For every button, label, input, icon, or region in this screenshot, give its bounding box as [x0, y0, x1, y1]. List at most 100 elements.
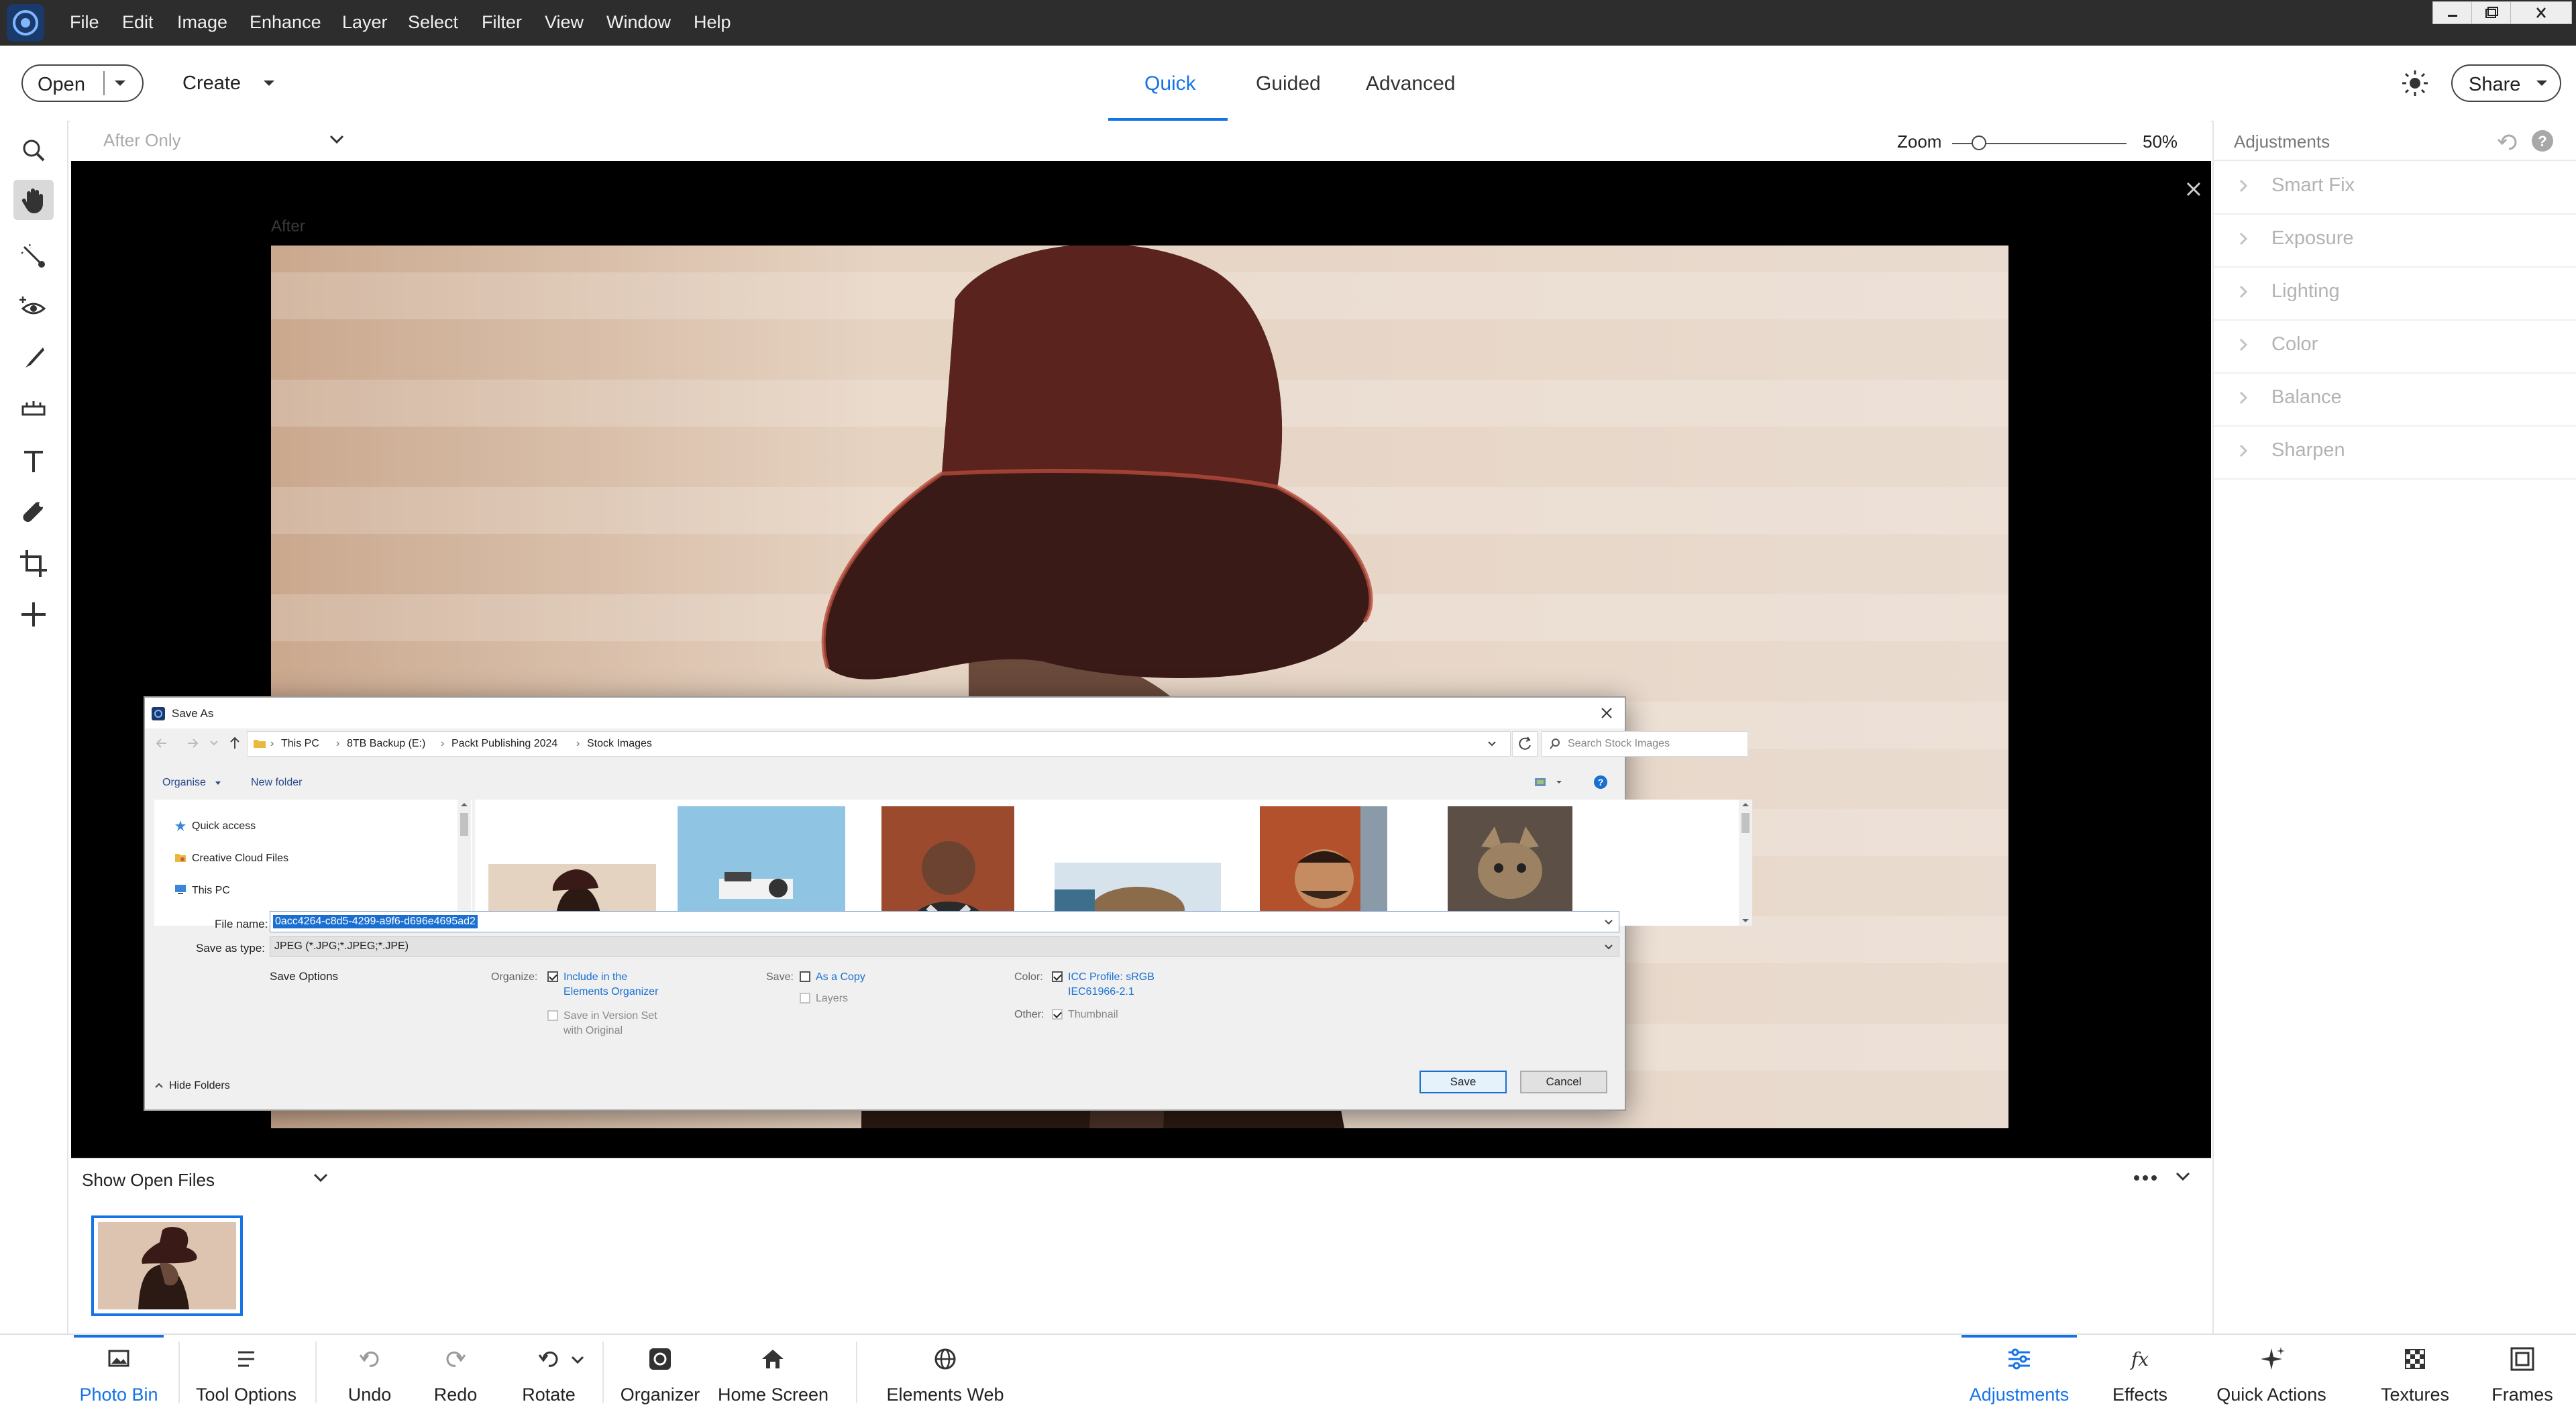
theme-sun-icon[interactable] — [2400, 68, 2430, 98]
adjustment-color[interactable]: Color — [2214, 320, 2576, 374]
quick-selection-tool-icon[interactable] — [13, 236, 54, 276]
layers-checkbox[interactable] — [800, 993, 810, 1004]
close-icon[interactable] — [1599, 706, 1614, 720]
menu-file[interactable]: File — [70, 12, 99, 33]
crop-tool-icon[interactable] — [13, 543, 54, 584]
chevron-down-icon[interactable] — [262, 78, 276, 89]
restore-button[interactable] — [2471, 1, 2512, 24]
adjustment-lighting[interactable]: Lighting — [2214, 267, 2576, 321]
frames-button[interactable]: Frames — [2482, 1335, 2563, 1410]
menu-edit[interactable]: Edit — [122, 12, 154, 33]
textures-button[interactable]: Textures — [2375, 1335, 2455, 1410]
zoom-tool-icon[interactable] — [13, 130, 54, 170]
breadcrumb-packt[interactable]: Packt Publishing 2024 — [451, 738, 557, 750]
adjustment-exposure[interactable]: Exposure — [2214, 214, 2576, 268]
spot-healing-tool-icon[interactable] — [13, 492, 54, 533]
help-icon[interactable]: ? — [2529, 127, 2556, 154]
close-icon[interactable] — [2184, 180, 2203, 199]
menu-filter[interactable]: Filter — [482, 12, 522, 33]
up-arrow-icon[interactable] — [228, 735, 241, 750]
breadcrumb-stock-images[interactable]: Stock Images — [587, 738, 652, 750]
open-file-thumbnail[interactable] — [91, 1215, 243, 1316]
chevron-down-icon[interactable] — [209, 739, 219, 747]
chevron-up-icon[interactable] — [154, 1081, 164, 1089]
rotate-button[interactable]: Rotate — [508, 1335, 589, 1410]
reset-icon[interactable] — [2496, 129, 2522, 153]
new-folder-button[interactable]: New folder — [251, 777, 302, 789]
adjustment-balance[interactable]: Balance — [2214, 373, 2576, 427]
menu-layer[interactable]: Layer — [342, 12, 388, 33]
home-screen-button[interactable]: Home Screen — [718, 1335, 828, 1410]
type-tool-icon[interactable] — [13, 441, 54, 482]
view-mode-icon[interactable] — [1534, 775, 1567, 789]
zoom-slider[interactable] — [1952, 135, 2127, 152]
breadcrumb-drive[interactable]: 8TB Backup (E:) — [347, 738, 425, 750]
hand-tool-icon[interactable] — [13, 180, 54, 220]
breadcrumb-this-pc[interactable]: This PC — [281, 738, 319, 750]
redo-button[interactable]: Redo — [416, 1335, 495, 1410]
nav-creative-cloud-files[interactable]: Creative Cloud Files — [192, 853, 288, 865]
tab-guided[interactable]: Guided — [1256, 72, 1321, 95]
zoom-slider-thumb[interactable] — [1971, 135, 1986, 150]
files-scrollbar[interactable] — [1739, 800, 1752, 926]
menu-enhance[interactable]: Enhance — [250, 12, 321, 33]
tab-advanced[interactable]: Advanced — [1366, 72, 1455, 95]
chevron-down-icon[interactable] — [570, 1355, 585, 1366]
close-window-button[interactable] — [2510, 1, 2572, 24]
red-eye-tool-icon[interactable] — [13, 287, 54, 327]
chevron-down-icon[interactable] — [113, 78, 127, 89]
cancel-button[interactable]: Cancel — [1520, 1071, 1607, 1093]
straighten-tool-icon[interactable] — [13, 388, 54, 428]
organizer-button[interactable]: Organizer — [612, 1335, 708, 1410]
undo-button[interactable]: Undo — [330, 1335, 409, 1410]
forward-arrow-icon[interactable] — [185, 737, 200, 750]
quick-actions-button[interactable]: Quick Actions — [2207, 1335, 2336, 1410]
view-select[interactable]: After Only — [103, 130, 181, 151]
chevron-down-icon[interactable] — [1487, 740, 1497, 748]
menu-window[interactable]: Window — [606, 12, 671, 33]
icc-profile-checkbox[interactable] — [1052, 971, 1063, 982]
move-tool-icon[interactable] — [13, 594, 54, 635]
save-as-type-select[interactable]: JPEG (*.JPG;*.JPEG;*.JPE) — [270, 936, 1619, 957]
organise-menu[interactable]: Organise — [162, 777, 206, 789]
adjustment-smart-fix[interactable]: Smart Fix — [2214, 161, 2576, 215]
thumbnail-checkbox[interactable] — [1052, 1009, 1063, 1020]
hide-folders-button[interactable]: Hide Folders — [169, 1080, 230, 1092]
effects-button[interactable]: fx Effects — [2100, 1335, 2180, 1410]
save-button[interactable]: Save — [1419, 1071, 1507, 1093]
menu-select[interactable]: Select — [408, 12, 458, 33]
elements-web-button[interactable]: Elements Web — [883, 1335, 1008, 1410]
help-icon[interactable]: ? — [1593, 774, 1609, 790]
chevron-down-icon[interactable] — [2175, 1171, 2191, 1182]
file-name-input[interactable]: 0acc4264-c8d5-4299-a9f6-d696e4695ad2 — [270, 911, 1619, 932]
as-a-copy-checkbox[interactable] — [800, 971, 810, 982]
file-thumbnail[interactable] — [1448, 806, 1572, 926]
back-arrow-icon[interactable] — [154, 737, 169, 750]
address-bar[interactable]: › This PC › 8TB Backup (E:) › Packt Publ… — [247, 731, 1511, 757]
chevron-down-icon[interactable] — [1604, 918, 1613, 926]
refresh-button[interactable] — [1512, 731, 1538, 757]
chevron-down-icon[interactable] — [313, 1173, 329, 1183]
show-open-files-select[interactable]: Show Open Files — [82, 1170, 215, 1191]
adjustment-sharpen[interactable]: Sharpen — [2214, 426, 2576, 480]
tab-quick[interactable]: Quick — [1144, 72, 1196, 95]
adjustments-button[interactable]: Adjustments — [1962, 1335, 2077, 1410]
photo-bin-button[interactable]: Photo Bin — [74, 1335, 164, 1410]
nav-quick-access[interactable]: Quick access — [192, 820, 256, 832]
create-button[interactable]: Create — [182, 72, 241, 95]
more-options-icon[interactable] — [2132, 1170, 2159, 1186]
menu-image[interactable]: Image — [177, 12, 227, 33]
whiten-teeth-tool-icon[interactable] — [13, 338, 54, 378]
include-organizer-checkbox[interactable] — [547, 971, 558, 982]
version-set-checkbox[interactable] — [547, 1010, 558, 1021]
chevron-down-icon[interactable] — [329, 134, 345, 145]
open-button[interactable]: Open — [21, 64, 144, 102]
menu-view[interactable]: View — [545, 12, 584, 33]
tool-options-button[interactable]: Tool Options — [189, 1335, 303, 1410]
nav-this-pc[interactable]: This PC — [192, 885, 230, 897]
chevron-down-icon[interactable] — [1604, 943, 1613, 951]
search-box[interactable]: Search Stock Images — [1542, 731, 1748, 757]
share-button[interactable]: Share — [2451, 64, 2561, 102]
minimize-button[interactable] — [2432, 1, 2473, 24]
file-thumbnail[interactable] — [881, 806, 1014, 926]
